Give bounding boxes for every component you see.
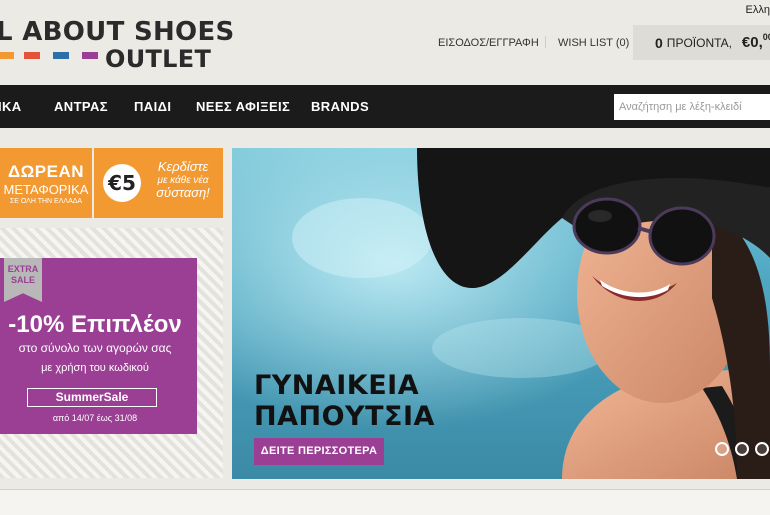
cart-button[interactable]: 0 ΠΡΟΪΟΝΤΑ, €0,00: [633, 25, 770, 60]
logo-text-line1: L ABOUT SHOES: [0, 17, 235, 47]
extra-sale-ribbon: EXTRA SALE: [4, 258, 42, 302]
free-shipping-line2: ΜΕΤΑΦΟΡΙΚΑ: [3, 182, 89, 197]
login-register-link[interactable]: ΕΙΣΟΔΟΣ/ΕΓΓΡΑΦΗ: [438, 37, 539, 49]
header-separator: [545, 36, 546, 48]
referral-line1: Κερδίστε: [157, 159, 209, 174]
coupon-code: SummerSale: [27, 388, 157, 407]
sale-subline: στο σύνολο των αγορών σας: [18, 341, 172, 355]
free-shipping-banner[interactable]: ΔΩΡΕΑΝ ΜΕΤΑΦΟΡΙΚΑ ΣΕ ΟΛΗ ΤΗΝ ΕΛΛΑΔΑ: [0, 148, 92, 218]
cart-total: €0,00: [741, 32, 770, 51]
nav-item-brands[interactable]: BRANDS: [311, 99, 369, 114]
referral-text: Κερδίστε με κάθε νέα σύσταση!: [144, 159, 222, 201]
logo-dash-purple: [82, 52, 98, 59]
referral-line3: σύσταση!: [156, 185, 210, 201]
sale-code-intro: με χρήση του κωδικού: [41, 362, 149, 374]
cart-price-main: €0,: [741, 34, 763, 51]
nav-item-women[interactable]: ΙΚΑ: [0, 99, 22, 114]
free-shipping-line3: ΣΕ ΟΛΗ ΤΗΝ ΕΛΛΑΔΑ: [9, 198, 83, 205]
ribbon-line1: EXTRA: [7, 264, 39, 274]
slider-dot-2[interactable]: [735, 442, 749, 456]
euro-coin-icon: €5: [103, 164, 141, 202]
hero-slider[interactable]: ΓΥΝΑΙΚΕΙΑ ΠΑΠΟΥΤΣΙΑ ΔΕΙΤΕ ΠΕΡΙΣΣΟΤΕΡΑ: [232, 148, 770, 479]
language-selector[interactable]: Ελλη: [746, 4, 770, 16]
nav-item-kids[interactable]: ΠΑΙΔΙ: [134, 99, 171, 114]
bottom-content-area: [0, 490, 770, 515]
ribbon-line2: SALE: [10, 275, 35, 285]
wishlist-link[interactable]: WISH LIST (0): [558, 37, 629, 49]
logo-text-line2: OUTLET: [105, 45, 212, 73]
logo-dash-blue: [53, 52, 69, 59]
sale-headline: -10% Επιπλέον: [8, 311, 182, 338]
main-nav: ΙΚΑ ΑΝΤΡΑΣ ΠΑΙΔΙ ΝΕΕΣ ΑΦΙΞΕΙΣ BRANDS: [0, 85, 770, 128]
free-shipping-line1: ΔΩΡΕΑΝ: [7, 162, 85, 181]
hero-title-line2: ΠΑΠΟΥΤΣΙΑ: [254, 401, 435, 432]
cart-label: ΠΡΟΪΟΝΤΑ,: [666, 35, 732, 50]
hero-title-line1: ΓΥΝΑΙΚΕΙΑ: [254, 370, 420, 401]
slider-dot-3[interactable]: [755, 442, 769, 456]
see-more-button[interactable]: ΔΕΙΤΕ ΠΕΡΙΣΣΟΤΕΡΑ: [254, 438, 384, 465]
cart-price-cents: 00: [762, 32, 770, 42]
referral-banner[interactable]: €5 Κερδίστε με κάθε νέα σύσταση!: [94, 148, 223, 218]
hero-title: ΓΥΝΑΙΚΕΙΑ ΠΑΠΟΥΤΣΙΑ: [254, 370, 435, 432]
cart-count: 0: [655, 34, 663, 51]
logo-dash-red: [24, 52, 40, 59]
extra-sale-banner[interactable]: EXTRA SALE -10% Επιπλέον στο σύνολο των …: [0, 258, 197, 434]
search-input[interactable]: [614, 94, 770, 120]
nav-item-new-arrivals[interactable]: ΝΕΕΣ ΑΦΙΞΕΙΣ: [196, 99, 290, 114]
nav-item-men[interactable]: ΑΝΤΡΑΣ: [54, 99, 108, 114]
logo-dash-orange: [0, 52, 14, 59]
page: { "header": { "language_label": "Ελλη", …: [0, 0, 770, 515]
sale-dates: από 14/07 έως 31/08: [52, 413, 138, 423]
slider-dot-1[interactable]: [715, 442, 729, 456]
